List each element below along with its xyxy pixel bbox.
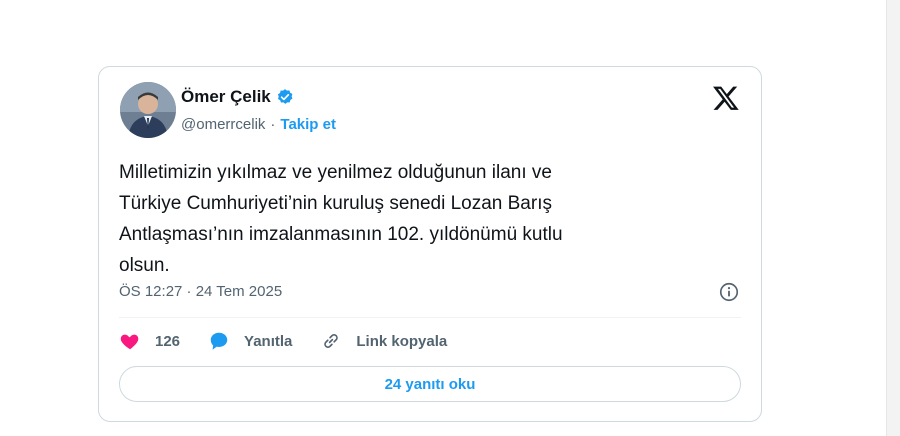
author-handle-row: @omerrcelik · Takip et	[181, 116, 336, 133]
reply-bubble-icon	[210, 332, 228, 350]
reply-button[interactable]: Yanıtla	[208, 330, 292, 352]
author-name[interactable]: Ömer Çelik	[181, 87, 271, 107]
copy-link-label: Link kopyala	[356, 332, 448, 350]
tweet-text: Milletimizin yıkılmaz ve yenilmez olduğu…	[119, 157, 719, 281]
page-scroll-strip	[886, 0, 900, 436]
embedded-tweet-card: Ömer Çelik @omerrcelik · Takip et Millet…	[98, 66, 762, 422]
tweet-text-line: Antlaşması’nın imzalanmasının 102. yıldö…	[119, 224, 563, 245]
divider	[119, 317, 741, 318]
tweet-timestamp[interactable]: ÖS 12:27 · 24 Tem 2025	[119, 283, 282, 300]
avatar[interactable]	[120, 82, 176, 138]
read-replies-label: 24 yanıtı oku	[384, 375, 476, 393]
like-button[interactable]: 126	[119, 330, 180, 352]
tweet-text-line: Türkiye Cumhuriyeti’nin kuruluş senedi L…	[119, 193, 552, 214]
copy-link-button[interactable]: Link kopyala	[320, 330, 447, 352]
info-icon[interactable]	[718, 281, 740, 303]
tweet-actions: 126 Yanıtla Link kopyala	[119, 330, 475, 352]
tweet-text-line: Milletimizin yıkılmaz ve yenilmez olduğu…	[119, 162, 552, 183]
follow-link[interactable]: Takip et	[280, 116, 336, 133]
author-handle[interactable]: @omerrcelik	[181, 116, 265, 133]
like-count: 126	[155, 332, 181, 350]
separator-dot: ·	[270, 116, 276, 133]
verified-badge-icon	[276, 88, 294, 106]
read-replies-button[interactable]: 24 yanıtı oku	[119, 366, 741, 402]
author-name-row: Ömer Çelik	[181, 87, 294, 107]
heart-icon	[120, 334, 139, 350]
link-icon	[324, 334, 339, 348]
x-logo-icon[interactable]	[712, 84, 740, 112]
reply-label: Yanıtla	[244, 332, 293, 350]
tweet-text-line: olsun.	[119, 255, 170, 276]
